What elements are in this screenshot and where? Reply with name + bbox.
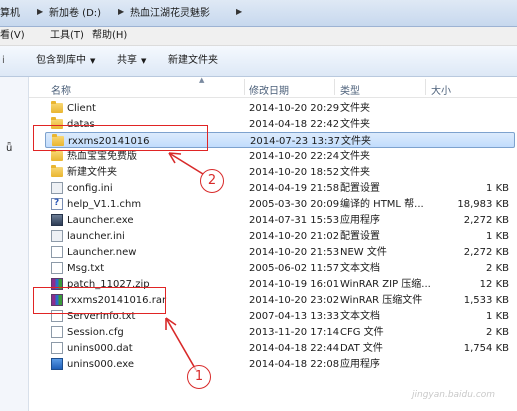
arrow-to-folder — [168, 152, 204, 175]
annotation-circle-two: 2 — [200, 169, 224, 193]
annotation-circle-one: 1 — [187, 365, 211, 389]
arrow-to-rar — [165, 317, 197, 371]
watermark: jingyan.baidu.com — [412, 390, 496, 400]
annotation-arrows — [165, 152, 204, 371]
